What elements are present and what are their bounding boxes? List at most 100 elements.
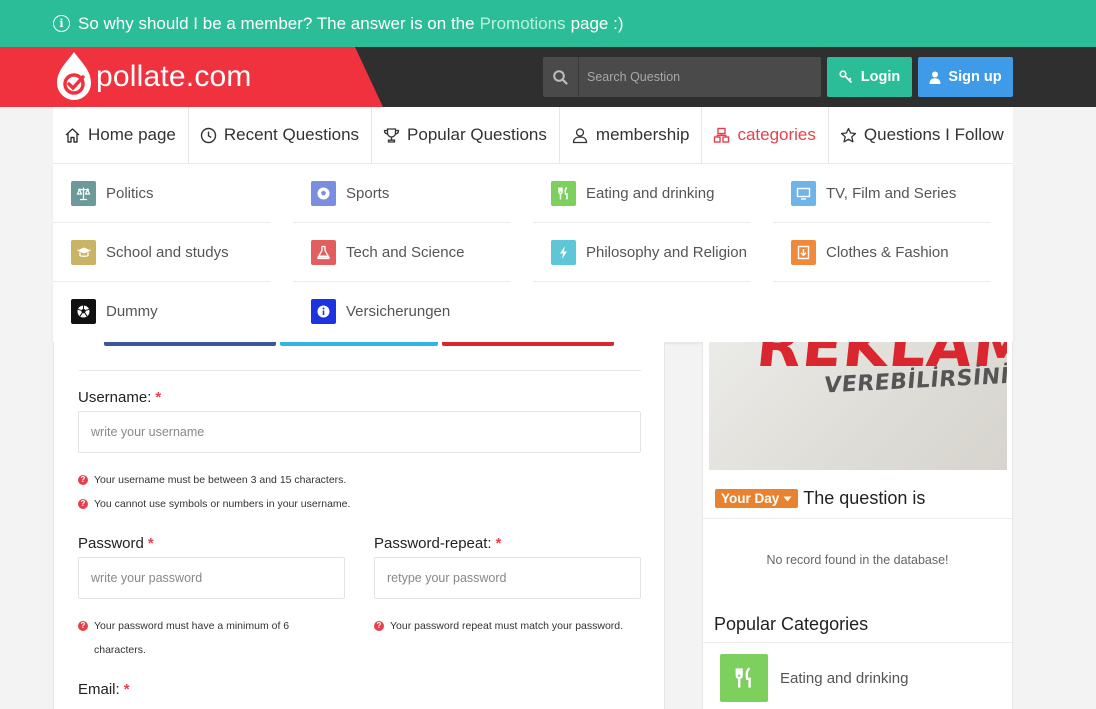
nav-item-follow[interactable]: Questions I Follow bbox=[829, 107, 1016, 163]
promotions-link[interactable]: Promotions bbox=[480, 14, 566, 34]
password-repeat-hint: ? Your password repeat must match your p… bbox=[374, 614, 623, 638]
category-dummy[interactable]: Dummy bbox=[53, 282, 271, 341]
nav-item-membership[interactable]: membership bbox=[560, 107, 703, 163]
site-logo[interactable]: pollate.com bbox=[53, 49, 252, 105]
password-label: Password * bbox=[78, 535, 154, 552]
category-label: Versicherungen bbox=[346, 303, 451, 320]
category-label: Tech and Science bbox=[346, 243, 465, 261]
categories-menu: Politics Sports Eating and drinking TV, … bbox=[53, 164, 1013, 342]
nav-label: Recent Questions bbox=[223, 125, 360, 144]
nav-item-categories[interactable]: categories bbox=[702, 107, 829, 163]
site-header: pollate.com Login Sign up bbox=[0, 47, 1096, 107]
category-versicherungen[interactable]: Versicherungen bbox=[293, 282, 511, 341]
trophy-icon bbox=[383, 127, 400, 143]
warning-icon: ? bbox=[78, 621, 88, 631]
nav-item-popular[interactable]: Popular Questions bbox=[372, 107, 560, 163]
search-box bbox=[543, 57, 821, 97]
login-label: Login bbox=[860, 69, 901, 85]
bolt-icon bbox=[551, 239, 576, 265]
divider bbox=[703, 642, 1012, 643]
category-sports[interactable]: Sports bbox=[293, 164, 511, 223]
search-input[interactable] bbox=[579, 70, 809, 84]
category-tv-film[interactable]: TV, Film and Series bbox=[773, 164, 991, 223]
google-button[interactable] bbox=[442, 342, 614, 346]
category-clothes[interactable]: Clothes & Fashion bbox=[773, 223, 991, 282]
register-form: Username:* ? Your username must be betwe… bbox=[53, 342, 665, 709]
signup-button[interactable]: Sign up bbox=[918, 57, 1013, 97]
download-box-icon bbox=[791, 239, 816, 265]
search-icon bbox=[553, 69, 568, 85]
category-label: Politics bbox=[106, 184, 154, 202]
your-day-dropdown[interactable]: Your Day bbox=[715, 489, 799, 508]
user-icon bbox=[929, 71, 941, 84]
info-icon bbox=[311, 299, 336, 324]
popular-category-item[interactable]: Eating and drinking bbox=[720, 654, 908, 702]
warning-icon: ? bbox=[78, 499, 88, 509]
no-record-message: No record found in the database! bbox=[766, 553, 949, 567]
logo-text: pollate.com bbox=[96, 60, 252, 93]
nav-item-home[interactable]: Home page bbox=[53, 107, 189, 163]
password-repeat-label: Password-repeat: * bbox=[374, 535, 502, 552]
promo-text-before: So why should I be a member? The answer … bbox=[78, 13, 475, 33]
users-icon bbox=[572, 127, 588, 143]
divider bbox=[79, 370, 641, 371]
logo-mark-icon bbox=[53, 50, 95, 104]
flask-icon bbox=[311, 239, 336, 265]
soccer-ball-icon bbox=[311, 180, 336, 206]
facebook-button[interactable] bbox=[104, 342, 276, 346]
category-school[interactable]: School and studys bbox=[53, 223, 271, 282]
info-icon: i bbox=[53, 15, 70, 32]
divider bbox=[703, 518, 1012, 519]
category-label: Clothes & Fashion bbox=[826, 243, 949, 261]
nav-item-recent[interactable]: Recent Questions bbox=[189, 107, 373, 163]
day-title: The question is bbox=[803, 488, 926, 508]
twitter-button[interactable] bbox=[280, 342, 438, 346]
username-hint-2: ? You cannot use symbols or numbers in y… bbox=[78, 492, 350, 516]
search-button[interactable] bbox=[543, 57, 579, 97]
password-input[interactable] bbox=[78, 557, 345, 599]
star-icon bbox=[840, 127, 857, 142]
popular-category-label: Eating and drinking bbox=[780, 669, 909, 687]
scale-icon bbox=[71, 180, 96, 206]
username-label: Username: * bbox=[78, 389, 162, 406]
category-label: Sports bbox=[346, 184, 390, 202]
fork-knife-icon bbox=[720, 654, 768, 702]
email-label: Email: * bbox=[78, 681, 130, 698]
username-input[interactable] bbox=[78, 411, 641, 453]
password-repeat-input[interactable] bbox=[374, 557, 641, 599]
advertisement-banner[interactable]: REKLAM VEREBİLİRSİNİZ! bbox=[709, 342, 1007, 470]
category-label: TV, Film and Series bbox=[826, 184, 957, 202]
popular-categories-title: Popular Categories bbox=[714, 614, 869, 634]
password-hint: ? Your password must have a minimum of 6… bbox=[78, 614, 318, 662]
category-tech-science[interactable]: Tech and Science bbox=[293, 223, 511, 282]
main-nav: Home page Recent Questions Popular Quest… bbox=[53, 107, 1013, 164]
category-label: Dummy bbox=[106, 303, 158, 320]
username-hint-1: ? Your username must be between 3 and 15… bbox=[78, 468, 346, 492]
key-icon bbox=[839, 70, 852, 84]
category-eating-drinking[interactable]: Eating and drinking bbox=[533, 164, 751, 223]
category-label: Philosophy and Religion bbox=[586, 243, 747, 261]
category-label: Eating and drinking bbox=[586, 184, 715, 202]
question-of-day-header: Your Day The question is bbox=[715, 488, 925, 509]
fork-knife-icon bbox=[551, 180, 576, 206]
category-philosophy[interactable]: Philosophy and Religion bbox=[533, 223, 751, 282]
nav-label: Home page bbox=[88, 125, 176, 144]
home-icon bbox=[65, 127, 80, 143]
warning-icon: ? bbox=[374, 621, 384, 631]
signup-label: Sign up bbox=[948, 69, 1002, 85]
caret-down-icon bbox=[783, 496, 792, 501]
nav-label: membership bbox=[595, 125, 690, 144]
promo-text-after: page :) bbox=[570, 13, 624, 33]
promo-banner: i So why should I be a member? The answe… bbox=[0, 0, 1096, 47]
login-button[interactable]: Login bbox=[827, 57, 912, 97]
graduation-cap-icon bbox=[71, 239, 96, 265]
warning-icon: ? bbox=[78, 475, 88, 485]
nav-label: categories bbox=[737, 125, 816, 144]
category-label: School and studys bbox=[106, 243, 229, 261]
clock-icon bbox=[200, 127, 217, 143]
grid-icon bbox=[714, 127, 730, 143]
category-politics[interactable]: Politics bbox=[53, 164, 271, 223]
soccer-ball-icon bbox=[71, 299, 96, 324]
nav-label: Popular Questions bbox=[407, 125, 547, 144]
tv-icon bbox=[791, 180, 816, 206]
